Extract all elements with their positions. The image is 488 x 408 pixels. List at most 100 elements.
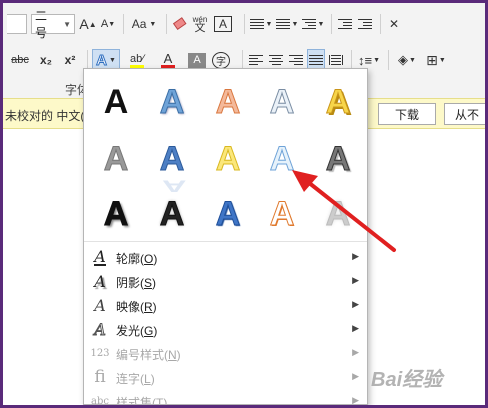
menu-item-glow[interactable]: A 发光(G) ▶ [84,317,367,341]
download-button[interactable]: 下载 [378,103,436,125]
text-effect-preset-r2-c5[interactable]: A [319,140,357,179]
outline-icon: A [94,246,106,266]
text-effect-preset-r2-c2[interactable]: AA [153,140,191,196]
bullets-button[interactable]: ▼ [249,13,273,35]
separator [123,14,124,34]
chevron-down-icon[interactable]: ▼ [63,20,71,29]
text-effect-preset-r2-c1[interactable]: A [97,140,135,179]
text-effect-preset-glyph: A [103,140,129,179]
text-effect-preset-r1-c5[interactable]: A [319,83,357,122]
stylistic-sets-icon: abc [91,395,109,405]
character-shading-button[interactable]: A [188,52,206,68]
highlighter-icon: ab∕ [129,52,145,65]
decrease-indent-icon [338,19,352,29]
phonetic-guide-button[interactable]: wén 文 [191,13,209,35]
subscript-button[interactable]: x₂ [35,49,57,71]
shrink-font-button[interactable]: A ▼ [99,13,117,35]
chinese-layout-button[interactable]: ✕ [385,13,403,35]
text-effect-preset-r1-c4[interactable]: A [263,83,301,122]
font-size-combo[interactable]: 二号 ▼ [31,9,75,40]
menu-item-label: 发光(G) [116,324,158,338]
menu-item-number-style[interactable]: 123 编号样式(N) ▶ [84,341,367,365]
text-effects-gallery: AAAAAAAAAAAAAAAA [84,69,367,239]
font-name-combo-edge[interactable] [7,14,27,34]
text-effect-preset-glyph: A [103,83,129,121]
increase-indent-button[interactable] [356,13,374,35]
never-button[interactable]: 从不 [444,103,485,125]
shrink-font-icon: A [100,18,109,30]
shadow-icon: A [94,271,106,291]
text-effect-preset-r2-c3[interactable]: A [209,140,247,179]
chevron-down-icon: ▼ [108,56,116,64]
align-center-icon [269,55,283,65]
justify-icon [309,55,323,65]
separator [87,50,88,70]
enclose-characters-button[interactable]: 字 [212,51,230,69]
change-case-button[interactable]: Aa ▼ [128,13,160,35]
text-effect-preset-glyph: A [325,140,351,179]
font-size-value: 二号 [35,9,48,40]
strikethrough-icon: abc [11,54,29,66]
submenu-arrow-icon: ▶ [352,275,359,285]
submenu-arrow-icon: ▶ [352,371,359,381]
text-effects-icon: A [96,51,108,69]
text-effect-preset-glyph: A [215,140,241,179]
text-effect-preset-glyph: A [325,195,351,234]
separator [242,50,243,70]
watermark-logo: Bai经验 [371,369,443,391]
chinese-layout-icon: ✕ [388,17,400,31]
text-effect-preset-r3-c2[interactable]: A [153,195,191,234]
multilevel-list-button[interactable]: ▼ [301,13,325,35]
submenu-arrow-icon: ▶ [352,347,359,357]
reflection-glyph: A [162,176,187,196]
character-shading-icon: A [193,54,201,66]
menu-item-label: 映像(R) [116,300,157,314]
text-effect-preset-r1-c2[interactable]: A [153,83,191,122]
text-effect-preset-glyph: A [215,195,241,234]
text-effect-preset-glyph: A [269,140,295,179]
text-effect-preset-r3-c5[interactable]: A [319,195,357,234]
menu-item-label: 样式集(T) [116,396,168,405]
menu-item-label: 轮廓(O) [116,252,158,266]
text-effect-preset-r1-c3[interactable]: A [209,83,247,122]
notice-text: 未校对的 中文( [5,109,85,123]
bullets-icon [249,19,264,29]
text-effect-preset-r3-c1[interactable]: A [97,195,135,234]
numbering-button[interactable]: ▼ [275,13,299,35]
app-window: 二号 ▼ A ▲ A ▼ Aa ▼ wén 文 A ▼ ▼ ▼ ✕ abc x₂… [3,3,485,405]
menu-item-stylistic-sets[interactable]: abc 样式集(T) ▶ [84,389,367,405]
separator [244,14,245,34]
reflection-icon: A [94,295,106,315]
change-case-label: Aa [131,17,147,31]
menu-item-reflection[interactable]: A 映像(R) ▶ [84,293,367,317]
enclose-characters-icon: 字 [216,56,226,68]
borders-icon: ⊞ [426,51,438,68]
submenu-arrow-icon: ▶ [352,395,359,405]
character-border-button[interactable]: A [214,16,232,32]
shading-button[interactable]: ◈ ▼ [393,49,421,71]
menu-divider [84,241,367,242]
grow-font-icon: A [79,16,89,32]
superscript-button[interactable]: x² [59,49,81,71]
clear-formatting-button[interactable] [171,13,189,35]
chevron-down-icon: ▼ [149,20,157,28]
text-effect-preset-r2-c4[interactable]: A [263,140,301,179]
grow-font-button[interactable]: A ▲ [79,13,97,35]
strikethrough-button[interactable]: abc [7,49,33,71]
decrease-indent-button[interactable] [336,13,354,35]
text-effect-preset-glyph: A [159,140,185,179]
text-effect-preset-r3-c3[interactable]: A [209,195,247,234]
multilevel-list-icon [301,19,316,29]
separator [351,50,352,70]
text-effect-preset-r1-c1[interactable]: A [97,83,135,121]
menu-item-ligatures[interactable]: fi 连字(L) ▶ [84,365,367,389]
separator [388,50,389,70]
line-spacing-icon: ↕≡ [357,52,373,68]
menu-item-shadow[interactable]: A 阴影(S) ▶ [84,269,367,293]
submenu-arrow-icon: ▶ [352,323,359,333]
borders-button[interactable]: ⊞ ▼ [423,49,449,71]
text-effect-preset-r3-c4[interactable]: A [263,195,301,234]
superscript-icon: x² [64,53,76,67]
text-effect-preset-glyph: A [215,83,241,122]
menu-item-outline[interactable]: A 轮廓(O) ▶ [84,245,367,269]
